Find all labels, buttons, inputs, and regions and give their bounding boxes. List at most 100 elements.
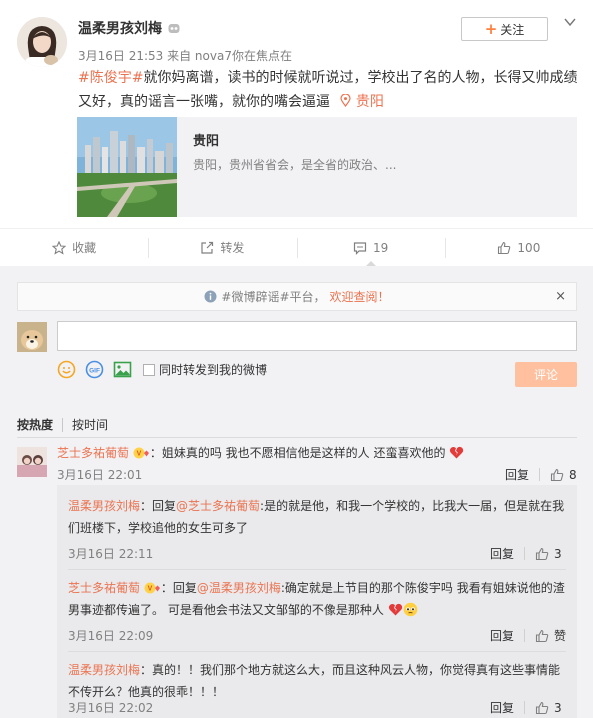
reply-list: 温柔男孩刘梅：回复@芝士多祐葡萄:是的就是他，和我一个学校的，比我大一届，但是就… [57,485,577,718]
sort-divider-line [17,437,577,438]
membership-badge-icon [168,24,180,33]
reply-actions: 回复 3 [490,699,562,716]
favorite-label: 收藏 [72,241,97,255]
reply-time: 3月16日 22:11 [68,547,154,561]
location-pin-icon [340,93,352,107]
comment-text: ：姐妹真的吗 我也不愿相信他是这样的人 还蛮喜欢他的 [149,446,446,460]
reply-time: 3月16日 22:02 [68,701,154,715]
reply-button[interactable]: 回复 [505,466,529,483]
reply-time: 3月16日 22:09 [68,629,154,643]
reply-like-count: 3 [554,546,562,561]
repost-checkbox[interactable] [143,363,155,376]
plus-icon: + [484,19,498,38]
card-title: 贵阳 [193,134,220,149]
mention-link[interactable]: @芝士多祐葡萄 [176,499,260,513]
like-count: 100 [517,240,541,255]
repost-label: 转发 [220,241,245,255]
reply-divider [68,651,566,652]
favorite-button[interactable]: 收藏 [0,229,148,266]
image-icon[interactable] [113,360,132,379]
hashtag-link[interactable]: #陈俊宇# [78,70,143,86]
emoji-icon[interactable] [57,360,76,379]
comment-button[interactable]: 19 [296,229,445,267]
broken-heart-icon [388,603,402,616]
vip-badge-icon: V [144,582,160,594]
action-divider [524,629,526,642]
repost-button[interactable]: 转发 [148,229,296,266]
reply-like-count: 3 [554,700,562,715]
sort-by-time-tab[interactable]: 按时间 [72,416,108,433]
sort-by-hot-tab[interactable]: 按热度 [17,416,53,433]
comment-section: #微博辟谣#平台， 欢迎查阅！ × GIF 同时转发到我的微博 评论 按热度 按时… [0,266,593,718]
reply-author[interactable]: 芝士多祐葡萄 [68,581,140,595]
commenter-name[interactable]: 芝士多祐葡萄 [57,446,129,460]
reply-prefix: ：回复 [160,581,197,595]
city-thumbnail [77,117,177,217]
action-divider [524,547,526,560]
comment-input[interactable] [57,321,577,351]
action-divider [524,701,526,714]
reply-author[interactable]: 温柔男孩刘梅 [68,499,140,513]
my-avatar [17,322,47,352]
comment-icon [353,241,367,255]
reply-prefix: ：回复 [140,499,177,513]
pleading-face-icon [403,602,417,617]
location-card[interactable]: 贵阳 贵阳，贵州省省会，是全省的政治、... [77,117,577,217]
post-meta: 3月16日 21:53 来自 nova7你在焦点在 [78,49,292,63]
post-text: #陈俊宇#就你妈离谱，读书的时候就听说过，学校出了名的人物，长得又帅成绩又好，真… [78,66,578,114]
vip-badge-icon: V [133,447,149,459]
author-avatar[interactable] [17,17,67,67]
mention-link[interactable]: @温柔男孩刘梅 [197,581,281,595]
reply-button[interactable]: 回复 [490,627,514,644]
thumb-up-icon[interactable] [535,629,549,643]
thumb-up-icon[interactable] [535,547,549,561]
post-body: 就你妈离谱，读书的时候就听说过，学校出了名的人物，长得又帅成绩又好，真的谣言一张… [78,70,578,110]
thumb-up-icon[interactable] [550,468,564,482]
chevron-down-icon[interactable] [563,15,577,29]
reply-button[interactable]: 回复 [490,545,514,562]
card-description: 贵阳，贵州省省会，是全省的政治、... [193,158,397,172]
compose-toolbar: GIF 同时转发到我的微博 [57,360,267,379]
reply-item: 温柔男孩刘梅：真的！！我们那个地方就这么大，而且这种风云人物，你觉得真有这些事情… [68,659,568,703]
star-icon [52,240,67,255]
reply-author[interactable]: 温柔男孩刘梅 [68,663,140,677]
action-divider [539,468,541,481]
reply-item: 温柔男孩刘梅：回复@芝士多祐葡萄:是的就是他，和我一个学校的，比我大一届，但是就… [68,495,568,539]
commenter-avatar[interactable] [17,447,47,477]
thumb-up-icon[interactable] [535,701,549,715]
follow-label: 关注 [500,22,525,37]
gif-icon[interactable]: GIF [85,360,104,379]
close-icon[interactable]: × [555,289,566,304]
like-button[interactable]: 100 [444,229,593,266]
location-link[interactable]: 贵阳 [334,93,384,110]
reply-actions: 回复 3 [490,545,562,562]
comment-like-count: 8 [569,467,577,482]
reply-text: ：真的！！我们那个地方就这么大，而且这种风云人物，你觉得真有这些事情能不传开么？… [68,663,561,699]
weibo-post: 温柔男孩刘梅 + 关注 3月16日 21:53 来自 nova7你在焦点在 #陈… [0,0,593,228]
comment-time: 3月16日 22:01 [57,468,143,482]
svg-text:GIF: GIF [89,367,100,374]
repost-checkbox-label: 同时转发到我的微博 [159,363,268,377]
notice-link[interactable]: 欢迎查阅！ [330,288,390,305]
share-icon [201,241,214,254]
follow-button[interactable]: + 关注 [461,17,548,41]
comment-item: 芝士多祐葡萄 V ：姐妹真的吗 我也不愿相信他是这样的人 还蛮喜欢他的 [57,442,577,464]
reply-actions: 回复 赞 [490,627,566,644]
thumb-up-icon [498,241,511,254]
reply-item: 芝士多祐葡萄 V ：回复@温柔男孩刘梅:确定就是上节目的那个陈俊宇吗 我看有姐妹说… [68,577,568,621]
submit-comment-button[interactable]: 评论 [515,362,577,387]
comment-count: 19 [372,240,389,255]
sort-divider [62,417,64,432]
reply-divider [68,569,566,570]
sort-tabs: 按热度 按时间 [17,416,108,433]
action-bar: 收藏 转发 19 100 [0,228,593,267]
location-label: 贵阳 [355,94,384,110]
svg-text:V: V [137,451,142,458]
info-icon [204,290,217,303]
rumor-notice: #微博辟谣#平台， 欢迎查阅！ × [17,282,577,311]
reply-text: :确定就是上节目的那个陈俊宇吗 我看有姐妹说他的渣男事迹都传遍了。 可是看他会书… [68,581,565,617]
reply-button[interactable]: 回复 [490,699,514,716]
author-name[interactable]: 温柔男孩刘梅 [78,18,162,38]
reply-like-label: 赞 [554,629,567,643]
comment-actions: 回复 8 [505,466,577,483]
